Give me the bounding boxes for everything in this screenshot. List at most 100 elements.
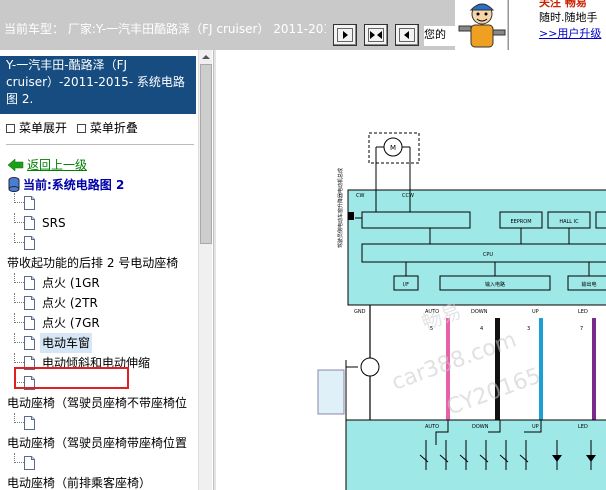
- tree-item-label: 电动倾斜和电动伸缩: [42, 356, 151, 370]
- scrollbar-thumb[interactable]: [200, 64, 212, 244]
- sidebar: Y-一汽丰田-酷路泽（FJ cruiser）-2011-2015- 系统电路图 …: [0, 50, 214, 490]
- tree-category: 电动座椅（驾驶员座椅不带座椅位: [7, 396, 188, 410]
- label-ccw: CCW: [402, 193, 414, 199]
- nav-fit-button[interactable]: [364, 24, 388, 46]
- wiring-diagram: M CW CCW EEPROM HALL IC CPU I/F 输入电路 输出电: [317, 132, 606, 490]
- current-location: 当前:系统电路图 2: [8, 176, 124, 193]
- tree-item-label: 点火 (2TR: [42, 296, 98, 310]
- play-left-icon: [399, 28, 415, 42]
- connector-symbol: [360, 357, 380, 377]
- wire-purple: [592, 318, 596, 420]
- user-upgrade-link[interactable]: >>用户升级: [539, 25, 601, 41]
- tree-item[interactable]: [0, 233, 196, 253]
- document-tree: SRS 带收起功能的后排 2 号电动座椅点火 (1GR 点火 (2TR 点火 (7GR…: [0, 193, 196, 490]
- expand-square-icon: [6, 124, 15, 133]
- nav-prev-button[interactable]: [395, 24, 419, 46]
- tree-item-label: 电动车窗: [40, 333, 93, 353]
- tree-connector: [14, 373, 24, 383]
- document-icon: [24, 196, 35, 210]
- label-eeprom: EEPROM: [510, 219, 531, 225]
- document-icon: [24, 456, 35, 470]
- menu-collapse-button[interactable]: 菜单折叠: [90, 121, 138, 135]
- tree-connector: [14, 453, 24, 463]
- tree-connector: [14, 413, 24, 423]
- document-icon: [24, 276, 35, 290]
- svg-text:4: 4: [480, 326, 483, 332]
- tree-connector: [14, 213, 24, 223]
- current-location-label: 当前:系统电路图 2: [23, 178, 125, 192]
- tree-connector: [14, 193, 24, 203]
- tree-item[interactable]: 电动倾斜和电动伸缩: [0, 353, 196, 373]
- tree-connector: [14, 293, 24, 303]
- tree-item[interactable]: [0, 453, 196, 473]
- ground-terminal: [317, 369, 345, 415]
- tree-item[interactable]: 点火 (7GR: [0, 313, 196, 333]
- pin-down-lower: DOWN: [472, 424, 489, 430]
- tree-connector: [14, 233, 24, 243]
- sidebar-scrollbar[interactable]: [198, 50, 212, 490]
- collapse-square-icon: [76, 124, 86, 133]
- document-icon: [24, 316, 35, 330]
- back-row: 返回上一级: [8, 156, 87, 173]
- tree-item[interactable]: 点火 (2TR: [0, 293, 196, 313]
- tree-item[interactable]: [0, 373, 196, 393]
- wire-blue: [539, 318, 543, 420]
- pin-up-lower: UP: [532, 424, 539, 430]
- motor-label: M: [390, 144, 396, 152]
- tree-item[interactable]: [0, 193, 196, 213]
- document-icon: [24, 376, 35, 390]
- module-lower-block: [345, 419, 606, 490]
- sidebar-divider: [6, 144, 194, 145]
- tree-item[interactable]: 点火 (1GR: [0, 273, 196, 293]
- current-car-type: 当前车型： 厂家:Y-一汽丰田酷路泽（FJ cruiser） 2011-2015: [4, 23, 326, 36]
- document-icon: [24, 296, 35, 310]
- promo-text: 随时.随地手: [539, 11, 598, 24]
- fit-arrows-icon: [368, 28, 384, 42]
- pin-led-lower: LED: [578, 424, 588, 430]
- database-icon: [8, 177, 20, 192]
- tree-item[interactable]: SRS: [0, 213, 196, 233]
- document-icon: [24, 236, 35, 250]
- scroll-up-icon[interactable]: [199, 50, 213, 64]
- tree-item-label: 点火 (7GR: [42, 316, 100, 330]
- svg-text:7: 7: [580, 326, 583, 332]
- play-right-icon: [337, 28, 353, 42]
- tree-item-selected[interactable]: 电动车窗: [0, 333, 196, 353]
- tree-item-label: SRS: [42, 216, 66, 230]
- document-icon: [24, 216, 35, 230]
- label-output-circuit: 输出电: [581, 281, 596, 288]
- label-input-circuit: 输入电路: [485, 281, 505, 288]
- svg-text:3: 3: [527, 326, 530, 332]
- back-arrow-icon: [8, 159, 24, 171]
- module-vertical-label: 驾驶员侧电动车窗升降器电动机总成: [337, 168, 344, 248]
- promo-box: 关注 畅易 随时.随地手 >>用户升级: [508, 0, 606, 50]
- tree-connector: [14, 313, 24, 323]
- tree-category: 带收起功能的后排 2 号电动座椅: [7, 256, 179, 270]
- tree-connector: [14, 273, 24, 283]
- tree-connector: [14, 333, 24, 343]
- label-cpu: CPU: [483, 252, 494, 258]
- top-header-bar: 当前车型： 厂家:Y-一汽丰田酷路泽（FJ cruiser） 2011-2015…: [0, 0, 606, 50]
- back-link[interactable]: 返回上一级: [27, 158, 87, 172]
- label-if: I/F: [403, 282, 409, 288]
- document-icon: [24, 416, 35, 430]
- menu-controls: 菜单展开 菜单折叠: [6, 119, 144, 136]
- label-cw: CW: [356, 193, 364, 199]
- pin-led: LED: [578, 309, 588, 315]
- tree-item[interactable]: [0, 413, 196, 433]
- pin-gnd: GND: [354, 309, 366, 315]
- menu-expand-button[interactable]: 菜单展开: [19, 121, 67, 135]
- pin-down: DOWN: [471, 309, 488, 315]
- tree-category: 电动座椅（前排乘客座椅）: [7, 476, 152, 490]
- tree-item-label: 点火 (1GR: [42, 276, 100, 290]
- mascot-icon: [455, 0, 507, 50]
- nav-next-button[interactable]: [333, 24, 357, 46]
- tree-connector: [14, 353, 24, 363]
- pin-auto-lower: AUTO: [425, 424, 439, 430]
- document-icon: [24, 356, 35, 370]
- document-icon: [24, 336, 35, 350]
- diagram-view: M CW CCW EEPROM HALL IC CPU I/F 输入电路 输出电: [216, 50, 606, 490]
- tree-category: 电动座椅（驾驶员座椅带座椅位置: [7, 436, 188, 450]
- pin-up: UP: [532, 309, 539, 315]
- label-hall-ic: HALL IC: [559, 219, 579, 225]
